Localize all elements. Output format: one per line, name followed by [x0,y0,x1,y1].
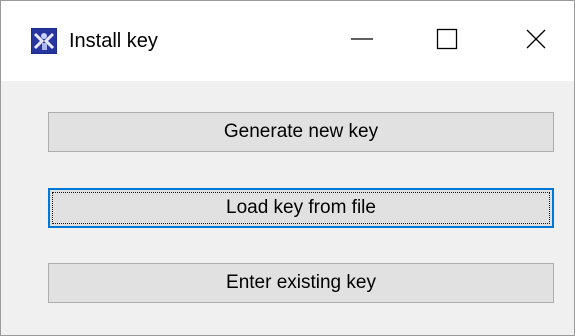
generate-new-key-button[interactable]: Generate new key [48,112,554,152]
close-button[interactable] [498,1,574,81]
enter-existing-key-label: Enter existing key [226,272,376,293]
maximize-icon [436,28,458,55]
load-key-from-file-label: Load key from file [226,197,376,218]
minimize-icon [351,28,373,55]
generate-new-key-label: Generate new key [223,121,379,142]
install-key-window: Install key Generate new key Load key fr… [0,0,575,336]
close-icon [525,28,547,55]
app-key-icon [31,28,57,54]
minimize-button[interactable] [324,1,400,81]
window-title: Install key [69,30,158,52]
title-bar[interactable]: Install key [1,1,574,81]
enter-existing-key-button[interactable]: Enter existing key [48,263,554,303]
load-key-from-file-button[interactable]: Load key from file [48,188,554,228]
dialog-body: Generate new key Load key from file Ente… [1,81,574,335]
maximize-button[interactable] [409,1,485,81]
